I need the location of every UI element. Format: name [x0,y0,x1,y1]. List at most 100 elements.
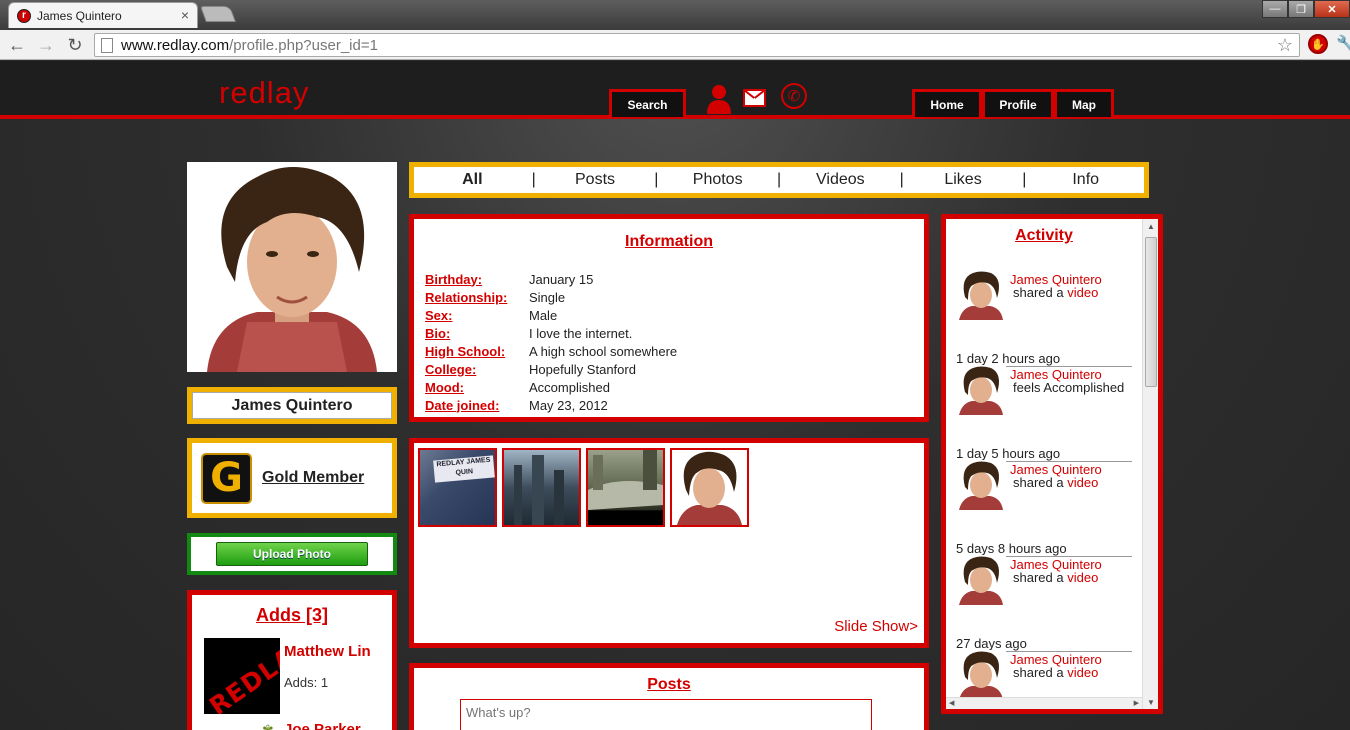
activity-link[interactable]: video [1067,475,1098,490]
adds-title[interactable]: Adds [3] [192,605,392,626]
info-label[interactable]: Sex: [425,308,529,323]
search-button[interactable]: Search [609,89,686,117]
site-favicon-icon: r [17,8,31,23]
posts-title[interactable]: Posts [414,676,924,694]
tab-photos[interactable]: Photos [659,171,776,189]
activity-text: shared a video [1013,666,1133,680]
gold-badge-icon: G [201,452,252,504]
info-value: A high school somewhere [529,343,678,359]
mail-icon[interactable] [743,89,766,107]
info-label[interactable]: College: [425,362,529,377]
info-row: Sex: Male [425,306,677,324]
add-name[interactable]: Joe Parker [284,721,361,730]
add-count: Adds: 1 [284,675,329,690]
info-label[interactable]: Date joined: [425,398,529,413]
activity-text: shared a video [1013,476,1133,490]
membership-label[interactable]: Gold Member [262,469,364,487]
info-row: Relationship: Single [425,288,677,306]
close-window-button[interactable]: ✕ [1314,0,1350,18]
reload-icon[interactable]: ↻ [64,34,86,56]
back-arrow-icon[interactable]: ← [6,34,28,56]
new-tab-button[interactable] [200,6,236,22]
wrench-menu-icon[interactable]: 🔧 [1336,34,1350,54]
info-label[interactable]: Birthday: [425,272,529,287]
browser-toolbar: ← → ↻ www.redlay.com/profile.php?user_id… [0,30,1350,60]
slideshow-link[interactable]: Slide Show> [834,618,918,635]
upload-photo-button[interactable]: Upload Photo [216,542,368,566]
adds-box: Adds [3] REDLAY Matthew Lin Adds: 1 ✾ Jo… [187,590,397,730]
profile-name-box: James Quintero [187,387,397,424]
scroll-down-icon[interactable]: ▼ [1143,695,1158,709]
url-path: /profile.php?user_id=1 [229,36,378,54]
activity-panel: Activity James Quintero shared a video 1… [941,214,1163,714]
info-label[interactable]: Relationship: [425,290,529,305]
forward-arrow-icon[interactable]: → [35,34,57,56]
activity-title[interactable]: Activity [946,227,1142,245]
tab-posts[interactable]: Posts [537,171,654,189]
photo-thumbnail[interactable]: REDLAY JAMES QUIN [418,448,497,527]
info-row: Date joined: May 23, 2012 [425,396,677,414]
close-tab-icon[interactable]: × [181,7,189,23]
page: redlay Search ✆ Home Profile Map James Q… [0,61,1350,730]
information-title[interactable]: Information [414,233,924,251]
address-bar[interactable]: www.redlay.com/profile.php?user_id=1 ☆ [94,33,1300,57]
info-value: January 15 [529,271,594,287]
photos-panel: REDLAY JAMES QUIN Slide Show> [409,438,929,648]
avatar[interactable] [956,555,1006,605]
scroll-thumb[interactable] [1145,237,1157,387]
activity-text: shared a video [1013,571,1133,585]
profile-photo[interactable] [187,162,397,372]
info-label[interactable]: Bio: [425,326,529,341]
info-label[interactable]: High School: [425,344,529,359]
phone-icon[interactable]: ✆ [781,83,807,109]
profile-button[interactable]: Profile [982,89,1054,117]
tab-all[interactable]: All [414,171,531,189]
profile-tabs: All | Posts | Photos | Videos | Likes | … [409,162,1149,198]
info-label[interactable]: Mood: [425,380,529,395]
activity-action: shared a [1013,475,1064,490]
avatar[interactable] [956,460,1006,510]
activity-action: shared a [1013,665,1064,680]
tab-title: James Quintero [37,8,122,23]
activity-text: shared a video [1013,286,1133,300]
upload-photo-box: Upload Photo [187,533,397,575]
photo-thumbnail[interactable] [586,448,665,527]
bookmark-star-icon[interactable]: ☆ [1277,35,1293,56]
photo-thumbnail[interactable] [502,448,581,527]
home-button[interactable]: Home [912,89,982,117]
post-input[interactable] [460,699,872,730]
extension-stop-icon[interactable]: ✋ [1308,34,1328,54]
tab-info[interactable]: Info [1027,171,1144,189]
avatar[interactable] [956,650,1006,700]
person-icon[interactable] [706,83,732,120]
tab-videos[interactable]: Videos [782,171,899,189]
photo-thumbnail[interactable] [670,448,749,527]
site-header: redlay Search ✆ Home Profile Map [0,61,1350,119]
browser-tab[interactable]: r James Quintero × [8,2,198,28]
scroll-up-icon[interactable]: ▲ [1143,219,1158,233]
site-logo[interactable]: redlay [219,75,309,111]
avatar[interactable] [956,270,1006,320]
info-value: Hopefully Stanford [529,361,636,377]
scroll-right-icon[interactable]: ▶ [1134,699,1139,707]
scroll-left-icon[interactable]: ◀ [949,699,954,707]
activity-link[interactable]: video [1067,570,1098,585]
activity-horizontal-scrollbar[interactable]: ◀ ▶ [946,697,1142,709]
info-row: High School: A high school somewhere [425,342,677,360]
avatar[interactable] [956,365,1006,415]
posts-panel: Posts [409,663,929,730]
info-row: College: Hopefully Stanford [425,360,677,378]
info-value: Male [529,307,558,323]
activity-text: feels Accomplished [1013,380,1125,395]
activity-scrollbar[interactable]: ▲ ▼ [1142,219,1158,709]
activity-link[interactable]: video [1067,665,1098,680]
tab-likes[interactable]: Likes [905,171,1022,189]
map-button[interactable]: Map [1054,89,1114,117]
info-row: Birthday: January 15 [425,270,677,288]
activity-link[interactable]: video [1067,285,1098,300]
maximize-window-button[interactable]: ❐ [1288,0,1314,18]
info-value: Single [529,289,566,305]
minimize-window-button[interactable]: — [1262,0,1288,18]
add-avatar[interactable]: REDLAY [204,638,280,714]
add-name[interactable]: Matthew Lin [284,643,371,660]
